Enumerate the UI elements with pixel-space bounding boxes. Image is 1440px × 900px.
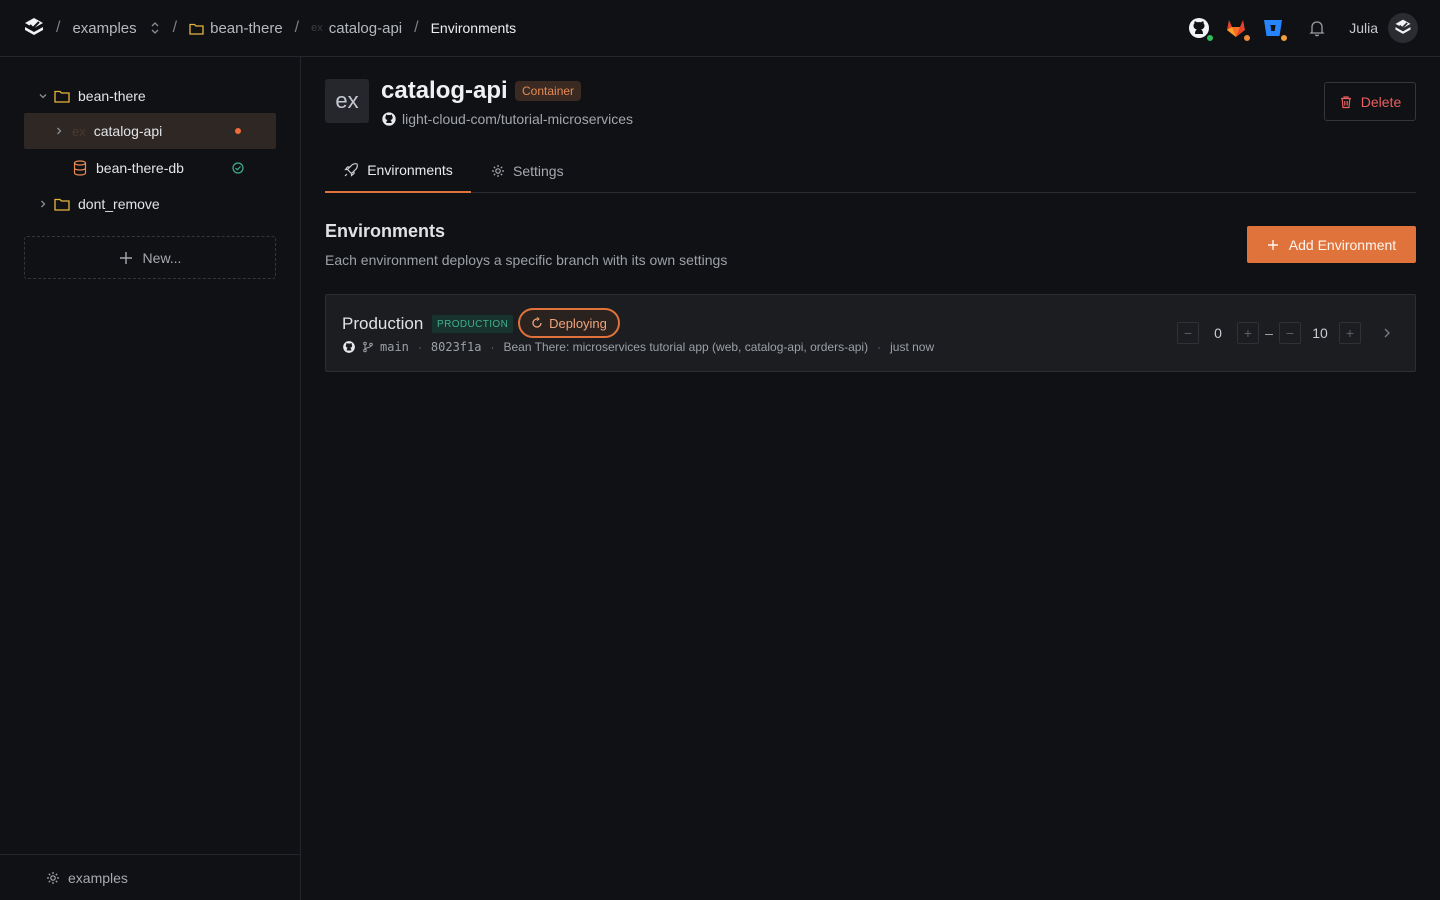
- min-decrement-button[interactable]: −: [1177, 322, 1199, 344]
- chevron-up-down-icon: [151, 22, 159, 34]
- breadcrumb-service[interactable]: ex catalog-api: [311, 20, 402, 37]
- commit-hash: 8023f1a: [430, 340, 482, 354]
- top-right-actions: Julia: [1174, 0, 1418, 56]
- add-environment-button[interactable]: Add Environment: [1247, 226, 1416, 263]
- user-name[interactable]: Julia: [1349, 20, 1378, 36]
- page-title: catalog-api: [381, 77, 508, 104]
- bitbucket-icon[interactable]: [1261, 16, 1290, 43]
- breadcrumb-project[interactable]: bean-there: [189, 20, 283, 37]
- service-prefix-icon: ex: [72, 123, 86, 139]
- breadcrumb-service-label: catalog-api: [328, 19, 403, 37]
- github-icon: [343, 341, 355, 353]
- chevron-right-icon[interactable]: [1381, 326, 1395, 340]
- breadcrumb-separator: /: [56, 19, 61, 36]
- github-icon: [382, 112, 396, 126]
- chevron-right-icon[interactable]: [36, 197, 50, 211]
- section-subtitle: Each environment deploys a specific bran…: [325, 252, 728, 268]
- top-bar: / examples / bean-there / ex catalog-api…: [0, 0, 1440, 57]
- breadcrumb-separator: /: [414, 19, 419, 36]
- sidebar-item-label: dont_remove: [78, 196, 160, 212]
- bitbucket-status-dot: [1279, 33, 1290, 43]
- tab-settings[interactable]: Settings: [491, 148, 564, 193]
- spinner-icon: [532, 317, 542, 328]
- rocket-icon: [344, 162, 359, 177]
- plus-icon: [1267, 239, 1278, 250]
- github-status-dot: [1205, 33, 1216, 43]
- breadcrumb-current-page: Environments: [430, 20, 517, 36]
- gitlab-status-dot: [1242, 33, 1253, 43]
- repo-link-label: light-cloud-com/tutorial-microservices: [402, 111, 634, 127]
- breadcrumb-workspace[interactable]: examples: [72, 20, 160, 37]
- range-separator: –: [1265, 325, 1273, 341]
- sidebar-item-bean-there-db[interactable]: bean-there-db: [24, 150, 276, 186]
- git-branch-icon: [363, 341, 373, 353]
- service-type-badge: Container: [515, 81, 582, 101]
- plus-icon: [119, 251, 132, 264]
- sidebar-item-label: catalog-api: [93, 123, 163, 139]
- branch-name: main: [380, 340, 409, 354]
- chevron-down-icon[interactable]: [36, 89, 50, 103]
- new-button[interactable]: New...: [24, 236, 276, 279]
- avatar-logo-icon: [1395, 19, 1411, 34]
- service-ghost-icon: ex: [311, 22, 323, 34]
- add-environment-label: Add Environment: [1288, 236, 1397, 253]
- new-button-label: New...: [142, 249, 182, 266]
- max-decrement-button[interactable]: −: [1279, 322, 1301, 344]
- deploying-status-dot: [232, 125, 244, 137]
- healthy-check-icon: [232, 162, 244, 174]
- github-icon[interactable]: [1187, 16, 1216, 43]
- delete-button[interactable]: Delete: [1324, 82, 1416, 121]
- min-increment-button[interactable]: +: [1237, 322, 1259, 344]
- bell-icon[interactable]: [1307, 18, 1327, 38]
- tab-environments[interactable]: Environments: [325, 148, 471, 193]
- breadcrumb-separator: /: [294, 19, 300, 36]
- workspace-settings-label: examples: [68, 869, 128, 886]
- meta-separator: ·: [417, 340, 422, 354]
- tab-label: Settings: [513, 162, 564, 179]
- sidebar: bean-there ex catalog-api bean-there-db: [0, 57, 301, 900]
- gitlab-icon[interactable]: [1224, 16, 1253, 43]
- sidebar-item-label: bean-there-db: [96, 160, 184, 176]
- sidebar-item-dont-remove[interactable]: dont_remove: [24, 186, 276, 222]
- deploy-status-badge: Deploying: [518, 308, 620, 338]
- folder-icon: [54, 196, 70, 212]
- database-icon: [72, 160, 88, 176]
- instance-scaler: − 0 + – − 10 +: [1177, 321, 1395, 345]
- tab-label: Environments: [367, 161, 453, 178]
- trash-icon: [1340, 95, 1351, 108]
- breadcrumb-workspace-label: examples: [72, 19, 137, 37]
- environment-tag: PRODUCTION: [432, 315, 514, 333]
- environment-name: Production: [342, 314, 424, 333]
- deploy-status-label: Deploying: [549, 315, 607, 331]
- service-avatar: ex: [325, 79, 369, 123]
- breadcrumb-separator: /: [172, 19, 178, 36]
- meta-separator: ·: [877, 340, 882, 354]
- repo-link[interactable]: light-cloud-com/tutorial-microservices: [381, 111, 633, 127]
- section-title: Environments: [325, 221, 446, 241]
- sidebar-item-catalog-api[interactable]: ex catalog-api: [24, 113, 276, 149]
- main-content: ex catalog-api Container light-cloud-com…: [301, 57, 1440, 900]
- sidebar-item-bean-there[interactable]: bean-there: [24, 78, 276, 114]
- folder-icon: [189, 23, 204, 35]
- folder-icon: [54, 88, 70, 104]
- delete-button-label: Delete: [1360, 93, 1402, 110]
- deploy-time: just now: [890, 340, 935, 354]
- min-instances-value: 0: [1214, 325, 1222, 341]
- breadcrumb: / examples / bean-there / ex catalog-api…: [56, 0, 528, 56]
- environment-meta: main · 8023f1a · Bean There: microservic…: [342, 340, 934, 354]
- max-instances-value: 10: [1312, 325, 1328, 341]
- chevron-right-icon[interactable]: [52, 124, 66, 138]
- sidebar-item-label: bean-there: [78, 88, 146, 104]
- commit-message: Bean There: microservices tutorial app (…: [503, 340, 869, 354]
- environment-card-production[interactable]: Production PRODUCTION Deploying main · 8…: [325, 294, 1416, 372]
- meta-separator: ·: [490, 340, 495, 354]
- max-increment-button[interactable]: +: [1339, 322, 1361, 344]
- user-avatar[interactable]: [1388, 13, 1418, 43]
- app-logo-icon[interactable]: [22, 16, 46, 40]
- gear-icon: [47, 871, 59, 884]
- breadcrumb-project-label: bean-there: [210, 19, 283, 37]
- tab-bar: Environments Settings: [325, 148, 1416, 193]
- gear-icon: [492, 164, 504, 177]
- workspace-settings-link[interactable]: examples: [0, 854, 300, 900]
